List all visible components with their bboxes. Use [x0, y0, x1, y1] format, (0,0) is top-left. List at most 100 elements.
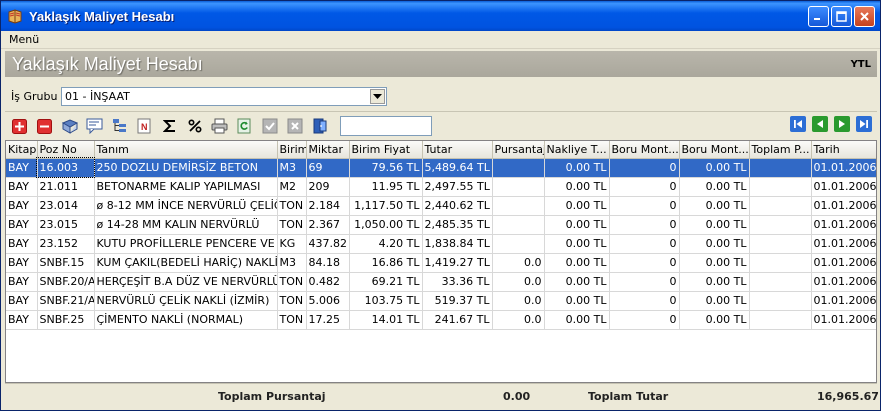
table-cell[interactable]: 01.01.2006	[811, 272, 876, 292]
table-cell[interactable]: NERVÜRLÜ ÇELİK NAKLİ (İZMİR)	[94, 291, 278, 311]
table-cell[interactable]: SNBF.20/A	[37, 272, 95, 292]
table-cell[interactable]: BAY	[6, 215, 38, 235]
table-cell[interactable]: 01.01.2006	[811, 291, 876, 311]
table-cell[interactable]: BAY	[6, 272, 38, 292]
table-row[interactable]: BAY 21.011 BETONARME KALIP YAPILMASI M2 209 1…	[6, 177, 876, 197]
table-row[interactable]: BAY SNBF.25 ÇİMENTO NAKLİ (NORMAL) TON 17.25…	[6, 310, 876, 330]
table-cell[interactable]: 33.36 TL	[422, 272, 493, 292]
minimize-button[interactable]	[808, 5, 829, 27]
remove-button[interactable]	[32, 116, 57, 136]
table-cell[interactable]: 16.86 TL	[349, 253, 423, 273]
table-cell[interactable]: 0.0	[492, 310, 545, 330]
table-cell[interactable]: 1,050.00 TL	[349, 215, 423, 235]
menu-item-menu[interactable]: Menü	[9, 33, 39, 46]
table-cell[interactable]: KUTU PROFİLLERLE PENCERE VE	[94, 234, 278, 254]
table-cell[interactable]: 0	[609, 234, 680, 254]
table-cell[interactable]: 01.01.2006	[811, 310, 876, 330]
table-cell[interactable]: 0	[609, 291, 680, 311]
table-row[interactable]: BAY 23.014 ø 8-12 MM İNCE NERVÜRLÜ ÇELİĞİN…	[6, 196, 876, 216]
confirm-button[interactable]	[257, 116, 282, 136]
table-cell[interactable]: 0.00 TL	[544, 253, 610, 273]
table-cell[interactable]: BAY	[6, 196, 38, 216]
table-cell[interactable]: 0.00 TL	[679, 234, 750, 254]
table-cell[interactable]: 0.00 TL	[679, 196, 750, 216]
table-cell[interactable]: 0	[609, 272, 680, 292]
table-cell[interactable]: 0.00 TL	[679, 158, 750, 178]
table-cell[interactable]: BAY	[6, 310, 38, 330]
table-cell[interactable]: 0.0	[492, 272, 545, 292]
table-cell[interactable]: 2.367	[306, 215, 350, 235]
table-cell[interactable]: 69.21 TL	[349, 272, 423, 292]
table-cell[interactable]: 0	[609, 215, 680, 235]
add-button[interactable]	[7, 116, 32, 136]
table-cell[interactable]: 2,440.62 TL	[422, 196, 493, 216]
table-cell[interactable]: 2,485.35 TL	[422, 215, 493, 235]
table-cell[interactable]: 14.01 TL	[349, 310, 423, 330]
sum-button[interactable]	[157, 116, 182, 136]
table-cell[interactable]: 0	[609, 158, 680, 178]
table-cell[interactable]: 0.00 TL	[544, 291, 610, 311]
column-header[interactable]: Birim Fiyat	[349, 141, 423, 159]
table-cell[interactable]: 16.003	[36, 157, 95, 178]
table-cell[interactable]	[749, 177, 812, 197]
table-cell[interactable]: 23.014	[37, 196, 95, 216]
table-cell[interactable]: TON	[277, 196, 307, 216]
table-cell[interactable]: 0.00 TL	[544, 158, 610, 178]
table-cell[interactable]	[492, 158, 545, 178]
table-cell[interactable]: 103.75 TL	[349, 291, 423, 311]
table-cell[interactable]: 0.0	[492, 291, 545, 311]
exit-button[interactable]	[307, 116, 332, 136]
new-record-button[interactable]: N	[132, 116, 157, 136]
table-cell[interactable]: 01.01.2006	[811, 253, 876, 273]
search-input[interactable]	[340, 116, 432, 136]
column-header[interactable]: Tutar	[422, 141, 493, 159]
table-cell[interactable]: 01.01.2006	[811, 215, 876, 235]
column-header[interactable]: Tanım	[94, 141, 278, 159]
table-cell[interactable]: 0.482	[306, 272, 350, 292]
table-row[interactable]: BAY 23.015 ø 14-28 MM KALIN NERVÜRLÜ TON 2.3…	[6, 215, 876, 235]
table-cell[interactable]: ÇİMENTO NAKLİ (NORMAL)	[94, 310, 278, 330]
comment-button[interactable]	[82, 116, 107, 136]
print-button[interactable]	[207, 116, 232, 136]
chevron-down-icon[interactable]	[370, 89, 385, 104]
table-cell[interactable]: 2,497.55 TL	[422, 177, 493, 197]
table-cell[interactable]: 0	[609, 177, 680, 197]
table-cell[interactable]	[492, 177, 545, 197]
table-cell[interactable]: 0	[609, 310, 680, 330]
title-bar[interactable]: Yaklaşık Maliyet Hesabı	[1, 1, 880, 31]
table-cell[interactable]: 0.00 TL	[544, 215, 610, 235]
table-cell[interactable]: HERÇEŞİT B.A DÜZ VE NERVÜRLÜ	[94, 272, 278, 292]
table-cell[interactable]: 0.00 TL	[679, 253, 750, 273]
column-header[interactable]: Toplam P...	[749, 141, 812, 159]
table-cell[interactable]	[749, 158, 812, 178]
table-cell[interactable]: 23.015	[37, 215, 95, 235]
column-header[interactable]: Poz No	[37, 141, 95, 159]
tree-button[interactable]	[107, 116, 132, 136]
table-cell[interactable]: 01.01.2006	[811, 234, 876, 254]
table-cell[interactable]: 209	[306, 177, 350, 197]
table-cell[interactable]: 4.20 TL	[349, 234, 423, 254]
table-cell[interactable]: 0.00 TL	[544, 272, 610, 292]
table-cell[interactable]	[749, 291, 812, 311]
books-button[interactable]	[57, 116, 82, 136]
table-cell[interactable]: KG	[277, 234, 307, 254]
table-cell[interactable]: M2	[277, 177, 307, 197]
table-cell[interactable]: 0.00 TL	[544, 196, 610, 216]
last-record-button[interactable]	[856, 116, 872, 132]
table-cell[interactable]	[749, 215, 812, 235]
table-cell[interactable]	[492, 196, 545, 216]
table-cell[interactable]: 01.01.2006	[811, 196, 876, 216]
table-cell[interactable]: 01.01.2006	[811, 177, 876, 197]
cancel-button[interactable]	[282, 116, 307, 136]
table-cell[interactable]: 21.011	[37, 177, 95, 197]
table-cell[interactable]: SNBF.15	[37, 253, 95, 273]
table-cell[interactable]	[749, 196, 812, 216]
table-cell[interactable]: 2.184	[306, 196, 350, 216]
table-cell[interactable]: 0.00 TL	[679, 215, 750, 235]
table-cell[interactable]: TON	[277, 272, 307, 292]
table-cell[interactable]: 0.00 TL	[544, 310, 610, 330]
table-cell[interactable]: BAY	[6, 177, 38, 197]
table-cell[interactable]: SNBF.21/A	[37, 291, 95, 311]
maximize-button[interactable]	[831, 5, 852, 27]
column-header[interactable]: Kitap	[6, 141, 38, 159]
